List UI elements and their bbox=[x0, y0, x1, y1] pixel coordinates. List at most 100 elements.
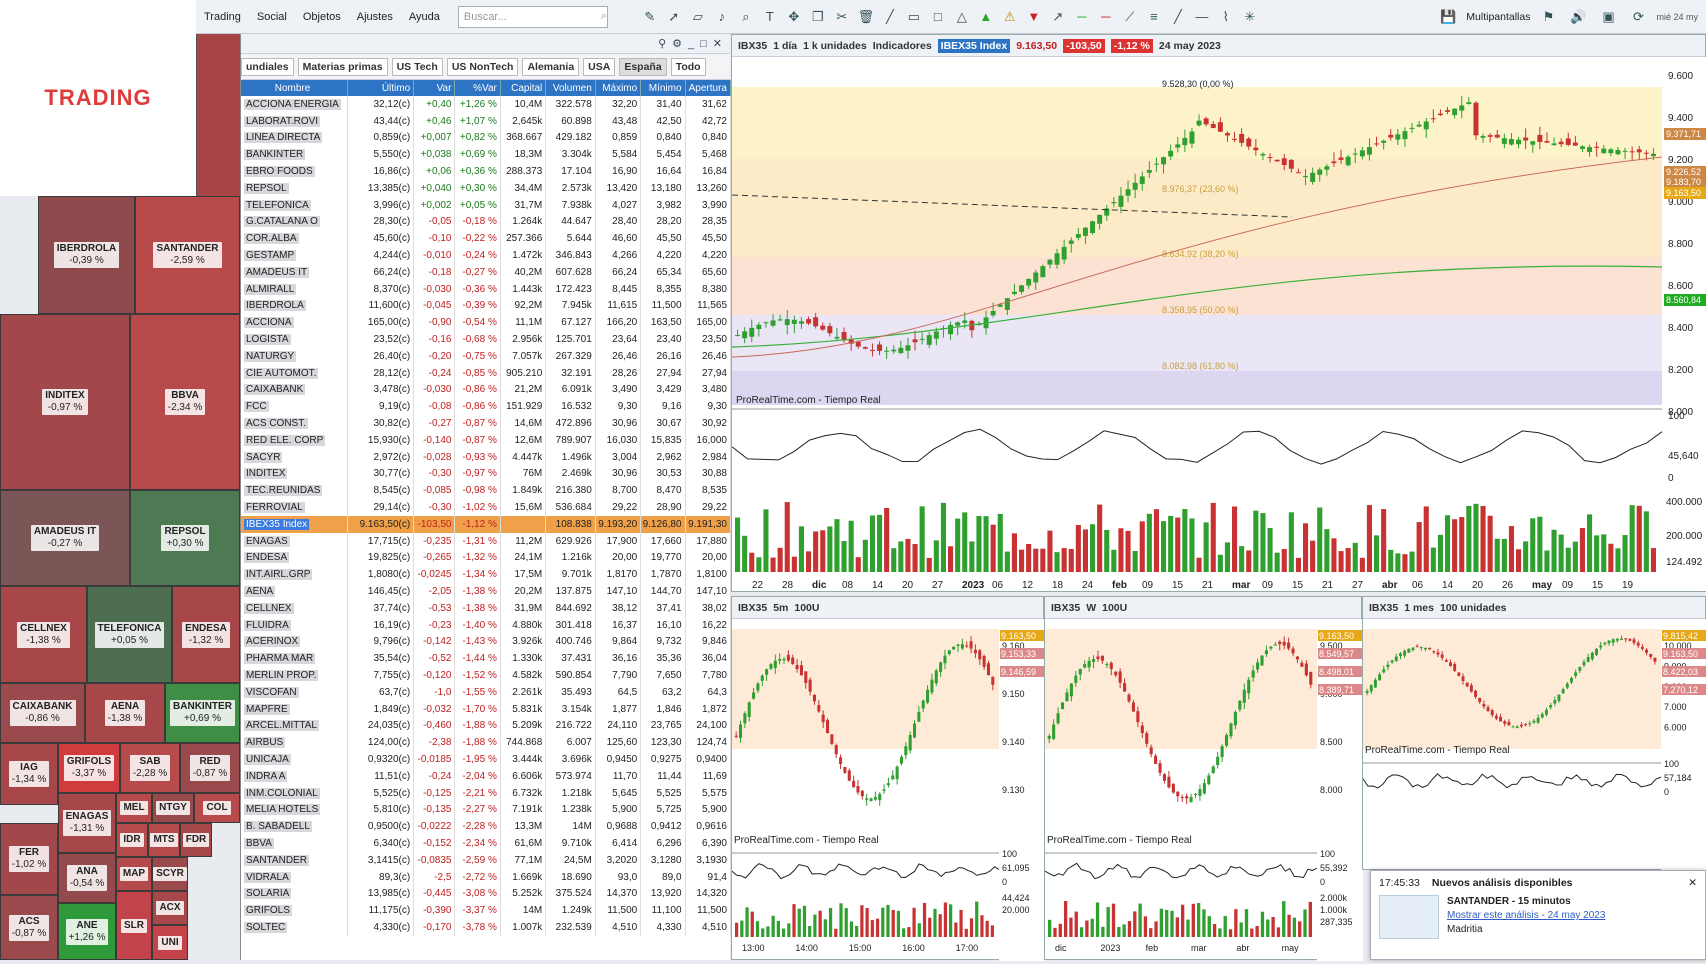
heatmap-tile-acx[interactable]: ACX bbox=[152, 891, 188, 925]
settings-icon[interactable]: ⚙ bbox=[672, 37, 682, 50]
heatmap-tile-fdr[interactable]: FDR bbox=[180, 823, 212, 857]
heatmap-tile-repsol[interactable]: REPSOL +0,30 % bbox=[130, 490, 240, 586]
heatmap-tile-slr[interactable]: SLR bbox=[116, 891, 152, 960]
rect-icon[interactable]: □ bbox=[928, 7, 948, 27]
multipantallas-menu[interactable]: Multipantallas bbox=[1466, 11, 1530, 23]
period-select[interactable]: 1 día bbox=[773, 40, 797, 52]
minimize-icon[interactable]: _ bbox=[688, 38, 694, 50]
heatmap-tile-bankinter[interactable]: BANKINTER +0,69 % bbox=[165, 683, 240, 743]
screens-icon[interactable]: ▣ bbox=[1598, 7, 1618, 27]
col-último[interactable]: Último bbox=[347, 80, 415, 96]
mini1-units[interactable]: 100U bbox=[794, 602, 819, 614]
tab-usa[interactable]: USA bbox=[583, 57, 616, 76]
heatmap-tile-bbva[interactable]: BBVA -2,34 % bbox=[130, 314, 240, 490]
hline-green-icon[interactable]: ─ bbox=[1072, 7, 1092, 27]
col-var[interactable]: Var bbox=[413, 80, 456, 96]
table-row[interactable]: IBERDROLA 11,600(c) -0,045 -0,39 % 92,2M 7.94… bbox=[241, 297, 732, 315]
table-row[interactable]: INDITEX 30,77(c) -0,30 -0,97 % 76M 2.469k 30,9… bbox=[241, 465, 732, 483]
table-row[interactable]: SACYR 2,972(c) -0,028 -0,93 % 4.447k 1.496k 3,… bbox=[241, 448, 732, 466]
pattern-icon[interactable]: ✳ bbox=[1240, 7, 1260, 27]
close-icon[interactable]: ✕ bbox=[713, 37, 722, 50]
copy-icon[interactable]: ❐ bbox=[808, 7, 828, 27]
hline-icon[interactable]: — bbox=[1192, 7, 1212, 27]
table-row[interactable]: ARCEL.MITTAL 24,035(c) -0,460 -1,88 % 5.209k… bbox=[241, 717, 732, 735]
table-row[interactable]: ENAGAS 17,715(c) -0,235 -1,31 % 11,2M 629.926… bbox=[241, 532, 732, 550]
table-row[interactable]: BBVA 6,340(c) -0,152 -2,34 % 61,6M 9.710k 6,41… bbox=[241, 835, 732, 852]
fib-icon[interactable]: ≡ bbox=[1144, 7, 1164, 27]
table-row[interactable]: VISCOFAN 63,7(c) -1,0 -1,55 % 2.261k 35.493 64… bbox=[241, 683, 732, 701]
heatmap-tile-ntgy[interactable]: NTGY bbox=[152, 793, 194, 823]
table-row[interactable]: IBEX35 Index 9.163,50(c) -103,50 -1,12 % 108… bbox=[241, 515, 732, 533]
heatmap-tile-acs[interactable]: ACS -0,87 % bbox=[0, 895, 58, 960]
heatmap-tile-enagas[interactable]: ENAGAS -1,31 % bbox=[58, 793, 116, 853]
search-input[interactable]: Buscar... ⌕ bbox=[457, 5, 608, 28]
ruler-icon[interactable]: ▱ bbox=[688, 7, 708, 27]
table-row[interactable]: ACS CONST. 30,82(c) -0,27 -0,87 % 14,6M 472.8… bbox=[241, 415, 732, 432]
heatmap-tile-telefonica[interactable]: TELEFONICA +0,05 % bbox=[87, 586, 172, 683]
table-row[interactable]: REPSOL 13,385(c) +0,040 +0,30 % 34,4M 2.573k 1… bbox=[241, 179, 732, 197]
pencil-icon[interactable]: ✎ bbox=[640, 7, 660, 27]
trendline-icon[interactable]: ╱ bbox=[880, 7, 900, 27]
table-row[interactable]: CIE AUTOMOT. 28,12(c) -0,24 -0,85 % 905.210 3… bbox=[241, 364, 732, 382]
heatmap-tile-ana[interactable]: ANA -0,54 % bbox=[58, 853, 116, 903]
notif-thumbnail[interactable] bbox=[1379, 895, 1439, 939]
arrow-icon[interactable]: ↗ bbox=[1048, 7, 1068, 27]
filter-icon[interactable]: ⚲ bbox=[658, 37, 666, 50]
heatmap-tile-mts[interactable]: MTS bbox=[148, 823, 180, 857]
tab-us-tech[interactable]: US Tech bbox=[391, 57, 443, 76]
table-row[interactable]: LOGISTA 23,52(c) -0,16 -0,68 % 2.956k 125.701… bbox=[241, 331, 732, 348]
table-row[interactable]: CAIXABANK 3,478(c) -0,030 -0,86 % 21,2M 6.091… bbox=[241, 381, 732, 399]
table-row[interactable]: ENDESA 19,825(c) -0,265 -1,32 % 24,1M 1.216k 2… bbox=[241, 549, 732, 567]
col-máximo[interactable]: Máximo bbox=[595, 80, 642, 96]
table-row[interactable]: SANTANDER 3,1415(c) -0,0835 -2,59 % 77,1M 24,… bbox=[241, 851, 732, 869]
mini1-symbol[interactable]: IBX35 bbox=[738, 602, 767, 614]
table-row[interactable]: LINEA DIRECTA 0,859(c) +0,007 +0,82 % 368.66… bbox=[241, 129, 732, 147]
table-row[interactable]: TEC.REUNIDAS 8,545(c) -0,085 -0,98 % 1.849k 2… bbox=[241, 482, 732, 500]
heatmap-tile-santander[interactable]: SANTANDER -2,59 % bbox=[135, 196, 240, 314]
cursor-icon[interactable]: ➚ bbox=[664, 7, 684, 27]
trash-icon[interactable]: 🗑 bbox=[856, 7, 876, 27]
table-row[interactable]: LABORAT.ROVI 43,44(c) +0,46 +1,07 % 2,645k 60… bbox=[241, 112, 732, 130]
refresh-icon[interactable]: ⟳ bbox=[1628, 7, 1648, 27]
table-row[interactable]: TELEFONICA 3,996(c) +0,002 +0,05 % 31,7M 7.93… bbox=[241, 196, 732, 214]
tools-icon[interactable]: ✂ bbox=[832, 7, 852, 27]
table-row[interactable]: NATURGY 26,40(c) -0,20 -0,75 % 7.057k 267.329… bbox=[241, 347, 732, 365]
mini3-units[interactable]: 100 unidades bbox=[1440, 602, 1507, 614]
heatmap-tile-grifols[interactable]: GRIFOLS -3,37 % bbox=[58, 743, 120, 793]
menu-ajustes[interactable]: Ajustes bbox=[349, 11, 401, 23]
table-row[interactable]: INM.COLONIAL 5,525(c) -0,125 -2,21 % 6.732k 1… bbox=[241, 784, 732, 802]
table-row[interactable]: PHARMA MAR 35,54(c) -0,52 -1,44 % 1.330k 37.4… bbox=[241, 650, 732, 668]
table-row[interactable]: GRIFOLS 11,175(c) -0,390 -3,37 % 14M 1.249k 11… bbox=[241, 902, 732, 920]
mini1-period[interactable]: 5m bbox=[773, 602, 788, 614]
maximize-icon[interactable]: □ bbox=[700, 38, 707, 50]
mini3-period[interactable]: 1 mes bbox=[1404, 602, 1434, 614]
heatmap-tile-inditex[interactable]: INDITEX -0,97 % bbox=[0, 314, 130, 490]
units-select[interactable]: 1 k unidades bbox=[803, 40, 867, 52]
table-row[interactable]: MELIA HOTELS 5,810(c) -0,135 -2,27 % 7.191k 1… bbox=[241, 801, 732, 819]
table-row[interactable]: AMADEUS IT 66,24(c) -0,18 -0,27 % 40,2M 607.6… bbox=[241, 263, 732, 281]
table-row[interactable]: ACCIONA 165,00(c) -0,90 -0,54 % 11,1M 67.127 1… bbox=[241, 314, 732, 332]
col-var[interactable]: %Var bbox=[454, 80, 501, 96]
table-row[interactable]: INDRA A 11,51(c) -0,24 -2,04 % 6.606k 573.974… bbox=[241, 767, 732, 785]
mini3-chart[interactable]: 10.0009.0008.0007.0006.0009.815,429.163,… bbox=[1362, 619, 1706, 871]
table-row[interactable]: FCC 9,19(c) -0,08 -0,86 % 151.929 16.532 9,30 9… bbox=[241, 398, 732, 416]
table-row[interactable]: AIRBUS 124,00(c) -2,38 -1,88 % 744.868 6.007 1… bbox=[241, 734, 732, 752]
save-icon[interactable]: 💾 bbox=[1438, 7, 1458, 27]
channel-icon[interactable]: ▭ bbox=[904, 7, 924, 27]
table-row[interactable]: ALMIRALL 8,370(c) -0,030 -0,36 % 1.443k 172.4… bbox=[241, 280, 732, 298]
mini2-symbol[interactable]: IBX35 bbox=[1051, 602, 1080, 614]
table-row[interactable]: AENA 146,45(c) -2,05 -1,38 % 20,2M 137.875 147… bbox=[241, 583, 732, 600]
heatmap-tile-aena[interactable]: AENA -1,38 % bbox=[85, 683, 165, 743]
table-row[interactable]: CELLNEX 37,74(c) -0,53 -1,38 % 31,9M 844.692 3… bbox=[241, 599, 732, 617]
notif-link[interactable]: Mostrar este análisis - 24 may 2023 bbox=[1447, 910, 1605, 921]
heatmap-tile-fer[interactable]: FER -1,02 % bbox=[0, 823, 58, 895]
bell-icon[interactable]: ♪ bbox=[712, 7, 732, 27]
heatmap-tile-iberdrola[interactable]: IBERDROLA -0,39 % bbox=[38, 196, 135, 314]
indicators-button[interactable]: Indicadores bbox=[873, 40, 932, 52]
menu-trading[interactable]: Trading bbox=[196, 11, 249, 23]
heatmap-tile-amadeus-it[interactable]: AMADEUS IT -0,27 % bbox=[0, 490, 130, 586]
table-row[interactable]: MERLIN PROP. 7,755(c) -0,120 -1,52 % 4.582k 5… bbox=[241, 667, 732, 684]
fan-icon[interactable]: ⌇ bbox=[1216, 7, 1236, 27]
table-row[interactable]: FLUIDRA 16,19(c) -0,23 -1,40 % 4.880k 301.418… bbox=[241, 616, 732, 634]
col-apertura[interactable]: Apertura bbox=[685, 80, 732, 96]
